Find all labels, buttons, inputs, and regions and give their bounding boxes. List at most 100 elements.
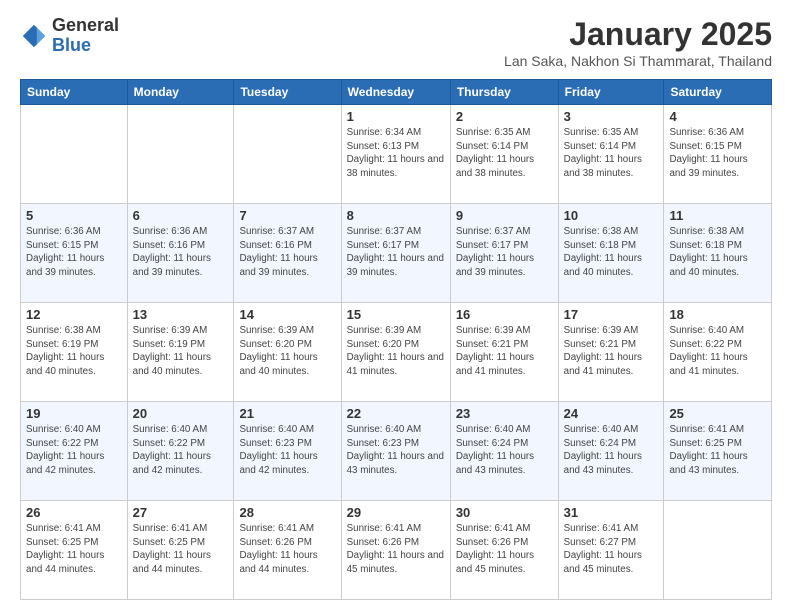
day-info: Sunrise: 6:39 AMSunset: 6:21 PMDaylight:… [456, 324, 553, 379]
calendar-cell: 8 Sunrise: 6:37 AMSunset: 6:17 PMDaylight… [341, 204, 450, 303]
calendar-cell: 2 Sunrise: 6:35 AMSunset: 6:14 PMDaylight… [450, 105, 558, 204]
day-number: 12 [26, 307, 122, 322]
calendar-cell: 21 Sunrise: 6:40 AMSunset: 6:23 PMDayligh… [234, 402, 341, 501]
weekday-header-wednesday: Wednesday [341, 80, 450, 105]
calendar-cell: 23 Sunrise: 6:40 AMSunset: 6:24 PMDayligh… [450, 402, 558, 501]
day-number: 19 [26, 406, 122, 421]
day-number: 26 [26, 505, 122, 520]
day-info: Sunrise: 6:34 AMSunset: 6:13 PMDaylight:… [347, 126, 445, 181]
weekday-header-monday: Monday [127, 80, 234, 105]
title-section: January 2025 Lan Saka, Nakhon Si Thammar… [504, 16, 772, 69]
day-number: 18 [669, 307, 766, 322]
header: General Blue January 2025 Lan Saka, Nakh… [20, 16, 772, 69]
day-info: Sunrise: 6:38 AMSunset: 6:18 PMDaylight:… [669, 225, 766, 280]
calendar-cell: 30 Sunrise: 6:41 AMSunset: 6:26 PMDayligh… [450, 501, 558, 600]
calendar-cell: 3 Sunrise: 6:35 AMSunset: 6:14 PMDaylight… [558, 105, 664, 204]
calendar-cell: 31Sunrise: 6:41 AMSunset: 6:27 PMDayligh… [558, 501, 664, 600]
calendar-week-row: 1Sunrise: 6:34 AMSunset: 6:13 PMDaylight… [21, 105, 772, 204]
calendar-cell: 28Sunrise: 6:41 AMSunset: 6:26 PMDayligh… [234, 501, 341, 600]
logo-blue: Blue [52, 36, 119, 56]
calendar-cell [664, 501, 772, 600]
calendar-cell: 14Sunrise: 6:39 AMSunset: 6:20 PMDayligh… [234, 303, 341, 402]
day-info: Sunrise: 6:40 AMSunset: 6:22 PMDaylight:… [669, 324, 766, 379]
day-number: 8 [347, 208, 445, 223]
calendar-header: SundayMondayTuesdayWednesdayThursdayFrid… [21, 80, 772, 105]
weekday-header-saturday: Saturday [664, 80, 772, 105]
calendar-week-row: 5Sunrise: 6:36 AMSunset: 6:15 PMDaylight… [21, 204, 772, 303]
day-info: Sunrise: 6:40 AMSunset: 6:24 PMDaylight:… [456, 423, 553, 478]
day-info: Sunrise: 6:39 AMSunset: 6:21 PMDaylight:… [564, 324, 659, 379]
day-info: Sunrise: 6:40 AMSunset: 6:23 PMDaylight:… [239, 423, 335, 478]
day-info: Sunrise: 6:40 AMSunset: 6:23 PMDaylight:… [347, 423, 445, 478]
day-number: 25 [669, 406, 766, 421]
day-info: Sunrise: 6:37 AMSunset: 6:17 PMDaylight:… [456, 225, 553, 280]
calendar-cell: 15 Sunrise: 6:39 AMSunset: 6:20 PMDayligh… [341, 303, 450, 402]
calendar-cell: 13 Sunrise: 6:39 AMSunset: 6:19 PMDayligh… [127, 303, 234, 402]
calendar-cell: 16 Sunrise: 6:39 AMSunset: 6:21 PMDayligh… [450, 303, 558, 402]
calendar-cell: 4Sunrise: 6:36 AMSunset: 6:15 PMDaylight… [664, 105, 772, 204]
day-number: 6 [133, 208, 229, 223]
weekday-header-sunday: Sunday [21, 80, 128, 105]
day-number: 30 [456, 505, 553, 520]
day-number: 21 [239, 406, 335, 421]
logo: General Blue [20, 16, 119, 56]
calendar-cell: 9Sunrise: 6:37 AMSunset: 6:17 PMDaylight… [450, 204, 558, 303]
calendar-week-row: 12Sunrise: 6:38 AMSunset: 6:19 PMDayligh… [21, 303, 772, 402]
day-number: 5 [26, 208, 122, 223]
calendar-cell: 5Sunrise: 6:36 AMSunset: 6:15 PMDaylight… [21, 204, 128, 303]
day-number: 3 [564, 109, 659, 124]
day-number: 20 [133, 406, 229, 421]
day-info: Sunrise: 6:40 AMSunset: 6:22 PMDaylight:… [133, 423, 229, 478]
logo-icon [20, 22, 48, 50]
calendar-cell: 29 Sunrise: 6:41 AMSunset: 6:26 PMDayligh… [341, 501, 450, 600]
day-info: Sunrise: 6:39 AMSunset: 6:20 PMDaylight:… [347, 324, 445, 379]
day-info: Sunrise: 6:40 AMSunset: 6:22 PMDaylight:… [26, 423, 122, 478]
day-number: 16 [456, 307, 553, 322]
weekday-header-thursday: Thursday [450, 80, 558, 105]
day-info: Sunrise: 6:41 AMSunset: 6:26 PMDaylight:… [456, 522, 553, 577]
calendar-cell: 17Sunrise: 6:39 AMSunset: 6:21 PMDayligh… [558, 303, 664, 402]
calendar-cell: 19 Sunrise: 6:40 AMSunset: 6:22 PMDayligh… [21, 402, 128, 501]
calendar-body: 1Sunrise: 6:34 AMSunset: 6:13 PMDaylight… [21, 105, 772, 600]
day-info: Sunrise: 6:41 AMSunset: 6:25 PMDaylight:… [669, 423, 766, 478]
day-number: 15 [347, 307, 445, 322]
weekday-row: SundayMondayTuesdayWednesdayThursdayFrid… [21, 80, 772, 105]
day-number: 13 [133, 307, 229, 322]
calendar-cell: 6Sunrise: 6:36 AMSunset: 6:16 PMDaylight… [127, 204, 234, 303]
logo-general: General [52, 16, 119, 36]
page: General Blue January 2025 Lan Saka, Nakh… [0, 0, 792, 612]
calendar-cell: 20 Sunrise: 6:40 AMSunset: 6:22 PMDayligh… [127, 402, 234, 501]
day-info: Sunrise: 6:40 AMSunset: 6:24 PMDaylight:… [564, 423, 659, 478]
day-number: 23 [456, 406, 553, 421]
day-info: Sunrise: 6:38 AMSunset: 6:18 PMDaylight:… [564, 225, 659, 280]
day-info: Sunrise: 6:35 AMSunset: 6:14 PMDaylight:… [564, 126, 659, 181]
day-info: Sunrise: 6:35 AMSunset: 6:14 PMDaylight:… [456, 126, 553, 181]
day-info: Sunrise: 6:36 AMSunset: 6:15 PMDaylight:… [669, 126, 766, 181]
calendar-cell: 25 Sunrise: 6:41 AMSunset: 6:25 PMDayligh… [664, 402, 772, 501]
day-info: Sunrise: 6:41 AMSunset: 6:26 PMDaylight:… [347, 522, 445, 577]
day-number: 10 [564, 208, 659, 223]
calendar-cell: 11Sunrise: 6:38 AMSunset: 6:18 PMDayligh… [664, 204, 772, 303]
calendar-week-row: 26 Sunrise: 6:41 AMSunset: 6:25 PMDayligh… [21, 501, 772, 600]
month-title: January 2025 [504, 16, 772, 53]
day-number: 22 [347, 406, 445, 421]
day-number: 2 [456, 109, 553, 124]
day-info: Sunrise: 6:41 AMSunset: 6:25 PMDaylight:… [26, 522, 122, 577]
day-info: Sunrise: 6:39 AMSunset: 6:19 PMDaylight:… [133, 324, 229, 379]
calendar-cell [127, 105, 234, 204]
day-number: 27 [133, 505, 229, 520]
weekday-header-friday: Friday [558, 80, 664, 105]
day-number: 14 [239, 307, 335, 322]
weekday-header-tuesday: Tuesday [234, 80, 341, 105]
calendar-cell: 27 Sunrise: 6:41 AMSunset: 6:25 PMDayligh… [127, 501, 234, 600]
logo-text: General Blue [52, 16, 119, 56]
calendar-week-row: 19 Sunrise: 6:40 AMSunset: 6:22 PMDayligh… [21, 402, 772, 501]
location-subtitle: Lan Saka, Nakhon Si Thammarat, Thailand [504, 53, 772, 69]
day-info: Sunrise: 6:41 AMSunset: 6:25 PMDaylight:… [133, 522, 229, 577]
day-info: Sunrise: 6:37 AMSunset: 6:17 PMDaylight:… [347, 225, 445, 280]
day-info: Sunrise: 6:37 AMSunset: 6:16 PMDaylight:… [239, 225, 335, 280]
calendar-table: SundayMondayTuesdayWednesdayThursdayFrid… [20, 79, 772, 600]
day-info: Sunrise: 6:41 AMSunset: 6:26 PMDaylight:… [239, 522, 335, 577]
day-number: 29 [347, 505, 445, 520]
calendar-cell [21, 105, 128, 204]
